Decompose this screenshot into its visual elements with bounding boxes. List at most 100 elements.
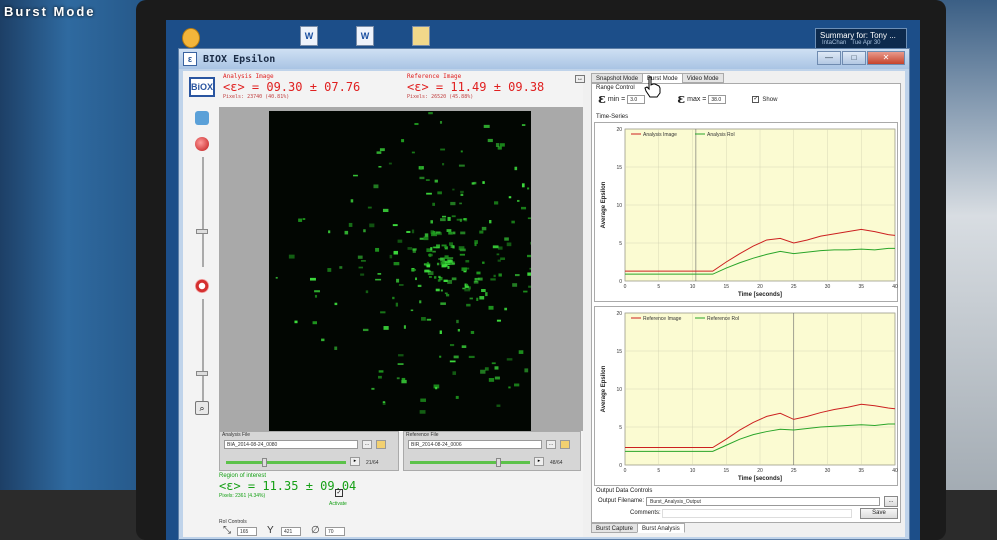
fingerprint-speck [440,218,446,222]
reference-open-folder-icon[interactable] [560,440,570,449]
fingerprint-speck [506,242,512,247]
x-tick-label: 40 [892,468,898,474]
roi-activate-checkbox[interactable]: ✓ [335,489,343,497]
fingerprint-speck [445,261,451,263]
fingerprint-speck [373,184,379,189]
fingerprint-speck [451,277,457,281]
tab-video-mode[interactable]: Video Mode [681,73,724,83]
reference-frame-slider-track[interactable] [410,461,530,464]
analysis-label: Analysis Image [223,73,274,80]
fingerprint-speck [365,290,369,294]
fingerprint-speck [448,231,453,235]
roi-x-spinner[interactable]: 165 [237,527,257,536]
fingerprint-speck [360,273,365,276]
reference-file-label: Reference File [406,432,439,438]
fingerprint-speck [445,293,450,297]
roi-target-icon[interactable] [195,279,209,293]
fingerprint-speck [398,284,404,286]
analysis-frame-slider-track[interactable] [226,461,346,464]
show-checkbox[interactable]: ✓ [752,96,760,103]
x-tick-label: 40 [892,284,898,290]
epsilon-max-field[interactable]: 38.0 [708,95,727,104]
threshold-slider-track[interactable] [202,157,204,267]
fingerprint-speck [403,325,406,329]
x-tick-label: 30 [825,284,831,290]
archive-file-icon[interactable] [412,26,430,46]
tab-burst-analysis[interactable]: Burst Analysis [637,523,685,533]
fingerprint-speck [388,162,392,165]
maximize-button[interactable]: □ [842,51,866,65]
fingerprint-speck [419,300,422,304]
roi-radius-spinner[interactable]: 70 [325,527,345,536]
reference-step-button[interactable]: ▸ [534,457,544,466]
fingerprint-speck [417,284,422,288]
fingerprint-speck [427,271,434,276]
analysis-step-button[interactable]: ▸ [350,457,360,466]
notification-date: Tue Apr 30 [851,40,881,46]
reference-value: <ε> = 11.49 ± 09.38 [407,80,545,94]
color-picker-icon[interactable] [195,137,209,151]
fingerprint-speck [389,254,393,259]
fingerprint-speck [481,288,486,293]
analysis-file-label: Analysis File [222,432,251,438]
close-button[interactable]: ✕ [867,51,905,65]
y-tick-label: 5 [619,425,622,431]
tab-snapshot-mode[interactable]: Snapshot Mode [591,73,644,83]
fingerprint-speck [508,196,512,199]
y-tick-label: 20 [616,311,622,317]
fingerprint-speck [433,276,437,279]
threshold-slider-thumb[interactable] [196,229,208,234]
size-slider-track[interactable] [202,299,204,409]
output-browse-button[interactable]: ... [884,496,898,507]
fingerprint-image[interactable] [269,111,531,431]
save-button[interactable]: Save [860,508,898,519]
reference-chart-svg: 0 5 10 15 20 25 30 35 40 0 5 10 15 20 Time [seconds] Av… [601,311,898,482]
roi-y-spinner[interactable]: 421 [281,527,301,536]
pointer-tool-icon[interactable] [195,111,209,125]
title-bar[interactable]: ε BIOX Epsilon [179,49,909,69]
mail-notification[interactable]: Summary for: Tony ... IntaChan Tue Apr 3… [815,28,907,50]
x-tick-label: 35 [858,468,864,474]
analysis-frame-slider-thumb[interactable] [262,458,267,467]
fingerprint-speck [314,294,318,298]
desktop-app-icon[interactable] [182,28,200,48]
fingerprint-speck [435,231,441,234]
minimize-button[interactable]: — [817,51,841,65]
reference-file-field[interactable]: BIR_2014-08-24_0006 [408,440,542,449]
fingerprint-speck [476,271,481,275]
word-document-icon[interactable]: W [356,26,374,46]
notification-from: IntaChan [822,40,847,46]
expand-toggle-button[interactable]: ↔ [575,75,585,83]
output-filename-field[interactable]: Burst_Analysis_Output [646,497,880,506]
fingerprint-speck [360,260,366,262]
fingerprint-speck [433,246,439,249]
analysis-file-field[interactable]: BIA_2014-08-24_0080 [224,440,358,449]
y-tick-label: 10 [616,387,622,393]
y-tick-label: 20 [616,127,622,133]
analysis-browse-button[interactable]: … [362,440,372,449]
word-document-icon[interactable]: W [300,26,318,46]
fingerprint-speck [426,192,432,195]
fingerprint-speck [463,267,470,270]
fingerprint-speck [411,229,415,234]
fingerprint-speck [517,199,520,202]
fingerprint-speck [528,285,531,288]
fingerprint-speck [363,229,366,233]
fingerprint-speck [398,354,404,357]
fingerprint-speck [411,151,415,154]
tab-burst-capture[interactable]: Burst Capture [591,523,639,533]
analysis-open-folder-icon[interactable] [376,440,386,449]
size-slider-thumb[interactable] [196,371,208,376]
fingerprint-speck [377,273,382,275]
zoom-icon[interactable]: ⌕ [195,401,209,415]
fingerprint-speck [447,279,453,284]
analysis-file-panel: Analysis File BIA_2014-08-24_0080 … ▸ 21… [219,431,399,471]
fingerprint-speck [468,355,475,359]
fingerprint-speck [358,266,364,269]
fingerprint-speck [493,274,496,278]
roi-value: <ε> = 11.35 ± 09.04 [219,479,357,493]
range-control-row: ε min = 3.0 ε max = 38.0 ✓ Show [598,92,777,107]
reference-frame-slider-thumb[interactable] [496,458,501,467]
reference-browse-button[interactable]: … [546,440,556,449]
comments-field[interactable] [662,509,852,518]
